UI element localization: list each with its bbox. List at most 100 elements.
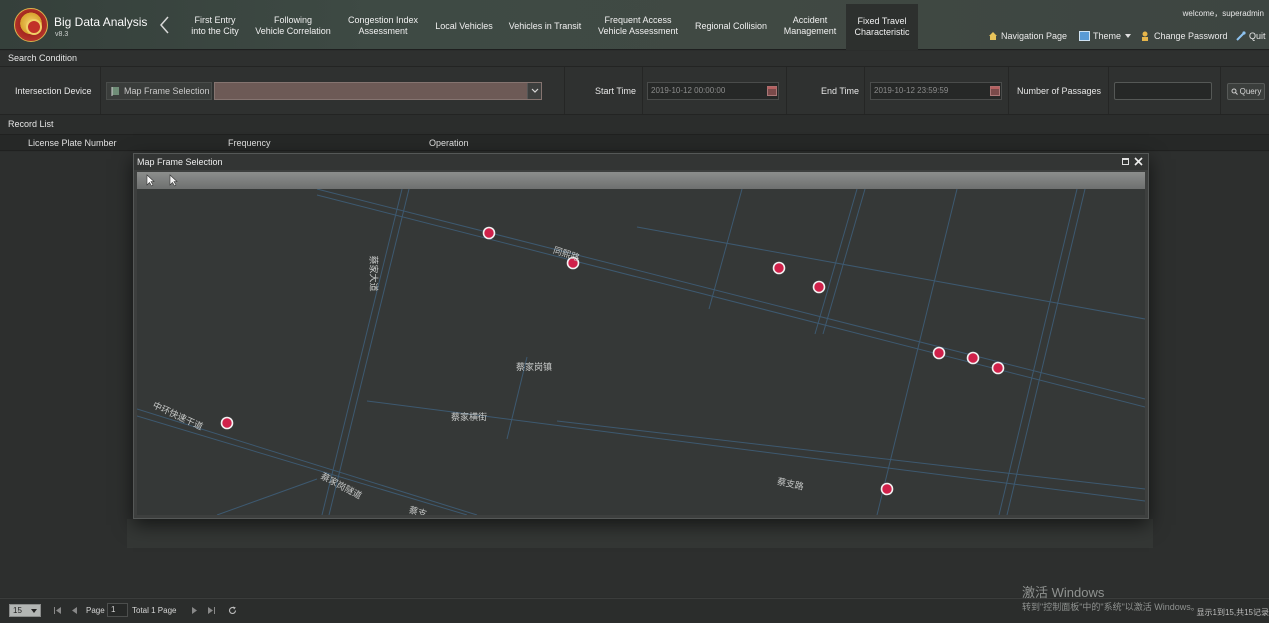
- intersection-device-marker[interactable]: [812, 280, 826, 294]
- quit-link[interactable]: Quit: [1236, 30, 1266, 42]
- quit-label: Quit: [1249, 31, 1266, 41]
- nav-label: Frequent Access Vehicle Assessment: [597, 15, 679, 36]
- nav-label: Fixed Travel Characteristic: [854, 16, 910, 37]
- navigation-page-link[interactable]: Navigation Page: [988, 30, 1067, 42]
- nav-regional-collision[interactable]: Regional Collision: [688, 6, 774, 46]
- search-condition-row: Intersection Device Map Frame Selection …: [0, 66, 1269, 115]
- nav-label: Local Vehicles: [435, 20, 493, 31]
- intersection-device-marker[interactable]: [220, 416, 234, 430]
- intersection-device-marker[interactable]: [482, 226, 496, 240]
- end-time-label: End Time: [821, 86, 860, 96]
- cell-divider: [100, 67, 101, 114]
- theme-icon: [1079, 31, 1090, 41]
- first-page-icon[interactable]: [53, 606, 62, 615]
- change-password-link[interactable]: Change Password: [1141, 30, 1228, 42]
- cell-divider: [1008, 67, 1009, 114]
- start-time-label: Start Time: [595, 86, 637, 96]
- home-icon: [989, 32, 997, 40]
- close-icon[interactable]: [1134, 157, 1143, 166]
- intersection-device-select[interactable]: [214, 82, 542, 100]
- column-frequency[interactable]: Frequency: [228, 138, 271, 148]
- chevron-down-icon: [531, 88, 538, 93]
- cell-divider: [642, 67, 643, 114]
- column-license-plate[interactable]: License Plate Number: [28, 138, 117, 148]
- dropdown-arrow[interactable]: [527, 83, 541, 99]
- map-flag-icon: [111, 87, 119, 96]
- nav-first-entry[interactable]: First Entry into the City: [180, 6, 250, 46]
- frame-select-pointer-icon[interactable]: [166, 174, 180, 187]
- map-frame-selection-label: Map Frame Selection: [124, 86, 210, 96]
- intersection-device-label: Intersection Device: [15, 86, 92, 96]
- nav-label: Accident Management: [783, 15, 837, 36]
- page-label: Page: [86, 606, 105, 615]
- dialog-backdrop-band: [127, 519, 1153, 548]
- nav-label: Following Vehicle Correlation: [255, 15, 331, 36]
- welcome-text: welcome，superadmin: [1182, 9, 1264, 18]
- nav-accident-management[interactable]: Accident Management: [778, 6, 842, 46]
- total-pages-label: Total 1 Page: [132, 606, 177, 615]
- intersection-device-marker[interactable]: [772, 261, 786, 275]
- police-emblem-logo: [14, 8, 48, 42]
- next-page-icon[interactable]: [190, 606, 199, 615]
- dialog-titlebar[interactable]: Map Frame Selection: [134, 154, 1148, 170]
- maximize-icon[interactable]: [1122, 158, 1129, 165]
- cell-divider: [1108, 67, 1109, 114]
- last-page-icon[interactable]: [207, 606, 216, 615]
- nav-label: Congestion Index Assessment: [347, 15, 419, 36]
- record-summary: 显示1到15,共15记录: [1196, 608, 1269, 617]
- passages-input[interactable]: [1114, 82, 1212, 100]
- record-table-header: License Plate Number Frequency Operation: [0, 134, 1269, 151]
- intersection-device-marker[interactable]: [880, 482, 894, 496]
- nav-label: Regional Collision: [694, 20, 768, 31]
- cell-divider: [1220, 67, 1221, 114]
- map-canvas[interactable]: 同熙路 蔡家大道 蔡家岗镇 蔡家横街 中环快速干道 蔡家岗隧道 蔡支路 蔡支: [137, 189, 1145, 515]
- app-header: Big Data Analysis v8.3 First Entry into …: [0, 0, 1269, 50]
- nav-local-vehicles[interactable]: Local Vehicles: [430, 6, 498, 46]
- nav-vehicles-transit[interactable]: Vehicles in Transit: [503, 6, 587, 46]
- dialog-title: Map Frame Selection: [137, 157, 223, 167]
- page-number-input[interactable]: 1: [107, 603, 128, 617]
- theme-menu[interactable]: Theme: [1079, 30, 1135, 42]
- end-time-input[interactable]: 2019-10-12 23:59:59: [870, 82, 1002, 100]
- nav-following-vehicle[interactable]: Following Vehicle Correlation: [251, 6, 335, 46]
- start-time-input[interactable]: 2019-10-12 00:00:00: [647, 82, 779, 100]
- road-label: 蔡家横街: [451, 412, 488, 422]
- calendar-icon[interactable]: [990, 85, 1000, 96]
- map-frame-selection-button[interactable]: Map Frame Selection: [106, 82, 212, 100]
- passages-label: Number of Passages: [1017, 86, 1102, 96]
- nav-label: Vehicles in Transit: [508, 20, 582, 31]
- query-button[interactable]: Query: [1227, 83, 1265, 100]
- page-size-value: 15: [13, 606, 22, 615]
- navigation-page-label: Navigation Page: [1001, 31, 1068, 41]
- caret-down-icon: [31, 609, 37, 613]
- previous-page-icon[interactable]: [70, 606, 79, 615]
- record-list-title: Record List: [0, 116, 1269, 133]
- column-operation[interactable]: Operation: [429, 138, 469, 148]
- nav-label: First Entry into the City: [191, 15, 239, 36]
- nav-fixed-travel[interactable]: Fixed Travel Characteristic: [846, 4, 918, 50]
- chevron-left-icon[interactable]: [158, 15, 172, 35]
- cell-divider: [864, 67, 865, 114]
- place-label: 蔡家岗镇: [516, 362, 553, 372]
- road-label: 蔡家大道: [368, 255, 379, 292]
- calendar-icon[interactable]: [767, 85, 777, 96]
- query-label: Query: [1239, 87, 1262, 96]
- cell-divider: [786, 67, 787, 114]
- nav-congestion-index[interactable]: Congestion Index Assessment: [340, 6, 426, 46]
- page-size-select[interactable]: 15: [9, 604, 41, 617]
- caret-down-icon: [1125, 34, 1132, 38]
- search-icon: [1231, 88, 1238, 95]
- refresh-icon[interactable]: [228, 606, 237, 615]
- select-pointer-icon[interactable]: [143, 174, 157, 187]
- windows-activation-watermark: 激活 Windows: [1022, 585, 1105, 600]
- intersection-device-marker[interactable]: [991, 361, 1005, 375]
- nav-frequent-access[interactable]: Frequent Access Vehicle Assessment: [593, 6, 683, 46]
- app-version: v8.3: [55, 31, 69, 38]
- windows-activation-hint: 转到"控制面板"中的"系统"以激活 Windows。: [1022, 602, 1200, 612]
- search-condition-title: Search Condition: [0, 51, 1269, 66]
- intersection-device-marker[interactable]: [932, 346, 946, 360]
- map-frame-dialog: Map Frame Selection 同熙路 蔡家大道 蔡家岗镇 蔡家横街 中…: [133, 153, 1149, 519]
- end-time-value: 2019-10-12 23:59:59: [874, 86, 949, 95]
- intersection-device-marker[interactable]: [966, 351, 980, 365]
- app-title: Big Data Analysis: [54, 15, 148, 29]
